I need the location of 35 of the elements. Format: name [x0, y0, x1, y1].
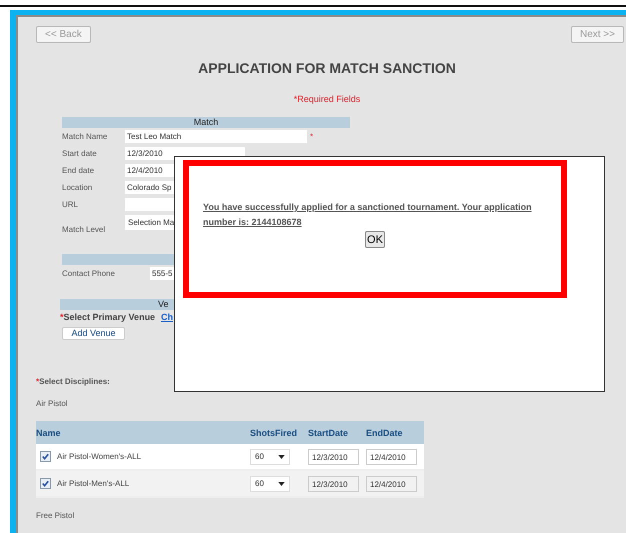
group-name: Air Pistol	[36, 399, 69, 408]
section-header: Match	[62, 117, 350, 128]
venue-link[interactable]: Ch	[161, 312, 173, 322]
caret-icon	[278, 482, 285, 486]
date-field[interactable]: 12/4/2010	[366, 448, 417, 464]
page-title: APPLICATION FOR MATCH SANCTION	[197, 60, 457, 76]
date-field[interactable]: 12/3/2010	[308, 448, 359, 464]
table-cell: Air Pistol-Women's-ALL	[57, 452, 142, 461]
group-name: Free Pistol	[36, 511, 76, 520]
field-label: Contact Phone	[62, 269, 116, 278]
disciplines-label: *Select Disciplines:	[36, 377, 111, 386]
field-label: Match Name	[62, 132, 108, 141]
checkbox[interactable]	[40, 451, 51, 462]
field-label: URL	[62, 200, 80, 209]
field-label: Start date	[62, 149, 98, 158]
table-cell: Air Pistol-Men's-ALL	[57, 479, 130, 488]
column-header: ShotsFired	[250, 428, 298, 438]
ok-button[interactable]: OK	[365, 231, 385, 248]
field-label: Match Level	[62, 225, 106, 234]
caret-icon	[278, 454, 285, 458]
field-label: End date	[62, 166, 96, 175]
date-field[interactable]: 12/3/2010	[308, 476, 359, 492]
checkbox[interactable]	[40, 478, 51, 489]
venue-label: *Select Primary Venue	[60, 312, 156, 322]
add-venue-button[interactable]: Add Venue	[62, 326, 125, 340]
column-header: EndDate	[366, 428, 404, 438]
required-fields-note: *Required Fields	[292, 94, 362, 104]
column-header: StartDate	[308, 428, 350, 438]
date-field[interactable]: 12/4/2010	[366, 476, 417, 492]
dropdown[interactable]: 60	[250, 476, 290, 492]
input-field[interactable]: Test Leo Match	[125, 130, 307, 143]
column-header: Name	[36, 428, 62, 438]
dropdown[interactable]: 60	[250, 448, 290, 464]
field-label: Location	[62, 183, 94, 192]
required-mark: *	[310, 132, 314, 141]
